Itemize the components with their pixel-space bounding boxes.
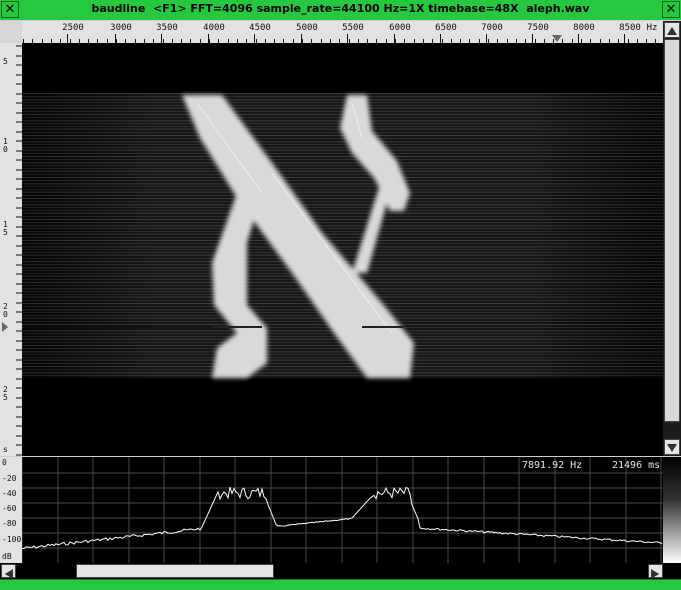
ruler-tick-label: 3000 xyxy=(110,23,132,33)
db-axis-label: -40 xyxy=(2,489,17,498)
db-axis-label: -20 xyxy=(2,474,17,483)
spectrum-plot xyxy=(22,457,663,563)
ruler-tick-label: 7500 xyxy=(527,23,549,33)
frequency-ruler[interactable]: 2500 3000 3500 4000 4500 5000 5500 6000 6500 7000… xyxy=(22,21,663,44)
ruler-major-tick xyxy=(486,34,487,43)
ruler-major-tick xyxy=(532,34,533,43)
spectrogram-display[interactable] xyxy=(22,43,663,456)
ruler-major-tick xyxy=(67,34,68,43)
db-axis-label: dB xyxy=(2,552,12,561)
ruler-tick-label: 4500 xyxy=(249,23,271,33)
time-ruler[interactable]: 5 1 0 1 5 2 0 2 5 s xyxy=(0,43,23,456)
time-ruler-label: 2 0 xyxy=(3,302,8,319)
window-titlebar[interactable]: ✕ baudline <F1> FFT=4096 sample_rate=441… xyxy=(0,0,681,21)
spectrum-grid xyxy=(22,457,663,563)
ruler-tick-label: 8000 xyxy=(573,23,595,33)
ruler-unit-label: Hz xyxy=(646,23,658,33)
ruler-tick-label: 2500 xyxy=(62,23,84,33)
freq-cursor-marker-icon xyxy=(552,35,562,42)
ruler-tick-label: 4000 xyxy=(203,23,225,33)
window-bottom-border xyxy=(0,579,681,590)
time-ruler-label: 2 5 xyxy=(3,385,8,402)
time-ruler-label: 1 5 xyxy=(3,220,8,237)
time-ruler-label: 5 xyxy=(3,57,8,66)
ruler-tick-label: 6000 xyxy=(389,23,411,33)
ruler-tick-label: 8500 xyxy=(619,23,641,33)
ruler-major-tick xyxy=(347,34,348,43)
ruler-major-tick xyxy=(301,34,302,43)
vertical-scroll-thumb[interactable] xyxy=(664,39,680,422)
ruler-major-tick xyxy=(254,34,255,43)
spectrum-display[interactable]: 7891.92 Hz 21496 ms xyxy=(22,457,663,563)
ruler-corner xyxy=(0,21,22,44)
ruler-major-tick xyxy=(394,34,395,43)
freq-readout: 7891.92 Hz xyxy=(522,460,583,471)
db-axis-label: 0 xyxy=(2,458,7,467)
ruler-tick-label: 3500 xyxy=(156,23,178,33)
window-title: baudline <F1> FFT=4096 sample_rate=44100… xyxy=(91,2,590,15)
time-cursor-marker-icon xyxy=(2,322,8,332)
ruler-major-tick xyxy=(115,34,116,43)
horizontal-scrollbar[interactable] xyxy=(0,563,681,579)
db-axis-label: -60 xyxy=(2,504,17,513)
ruler-major-tick xyxy=(624,34,625,43)
close-icon[interactable]: ✕ xyxy=(662,1,680,18)
db-axis: 0 -20 -40 -60 -80 -100 dB xyxy=(0,457,23,563)
ruler-tick-label: 7000 xyxy=(481,23,503,33)
ruler-tick-label: 6500 xyxy=(435,23,457,33)
time-ruler-label: 1 0 xyxy=(3,137,8,154)
ruler-tick-label: 5500 xyxy=(342,23,364,33)
ruler-major-tick xyxy=(440,34,441,43)
ruler-major-tick xyxy=(578,34,579,43)
vertical-scrollbar[interactable] xyxy=(663,21,681,456)
time-ruler-label: s xyxy=(3,445,8,454)
aleph-glyph xyxy=(182,95,414,378)
db-axis-label: -100 xyxy=(2,535,22,544)
arrow-down-icon[interactable] xyxy=(664,439,680,455)
ruler-tick-label: 5000 xyxy=(296,23,318,33)
spectrogram-image xyxy=(22,95,414,378)
arrow-left-icon[interactable] xyxy=(1,564,16,579)
intensity-gradient xyxy=(663,457,681,563)
horizontal-scroll-thumb[interactable] xyxy=(76,564,274,578)
arrow-up-icon[interactable] xyxy=(664,22,680,38)
ruler-major-tick xyxy=(208,34,209,43)
time-readout: 21496 ms xyxy=(612,460,661,471)
db-axis-label: -80 xyxy=(2,519,17,528)
ruler-major-tick xyxy=(161,34,162,43)
arrow-right-icon[interactable] xyxy=(648,564,663,579)
